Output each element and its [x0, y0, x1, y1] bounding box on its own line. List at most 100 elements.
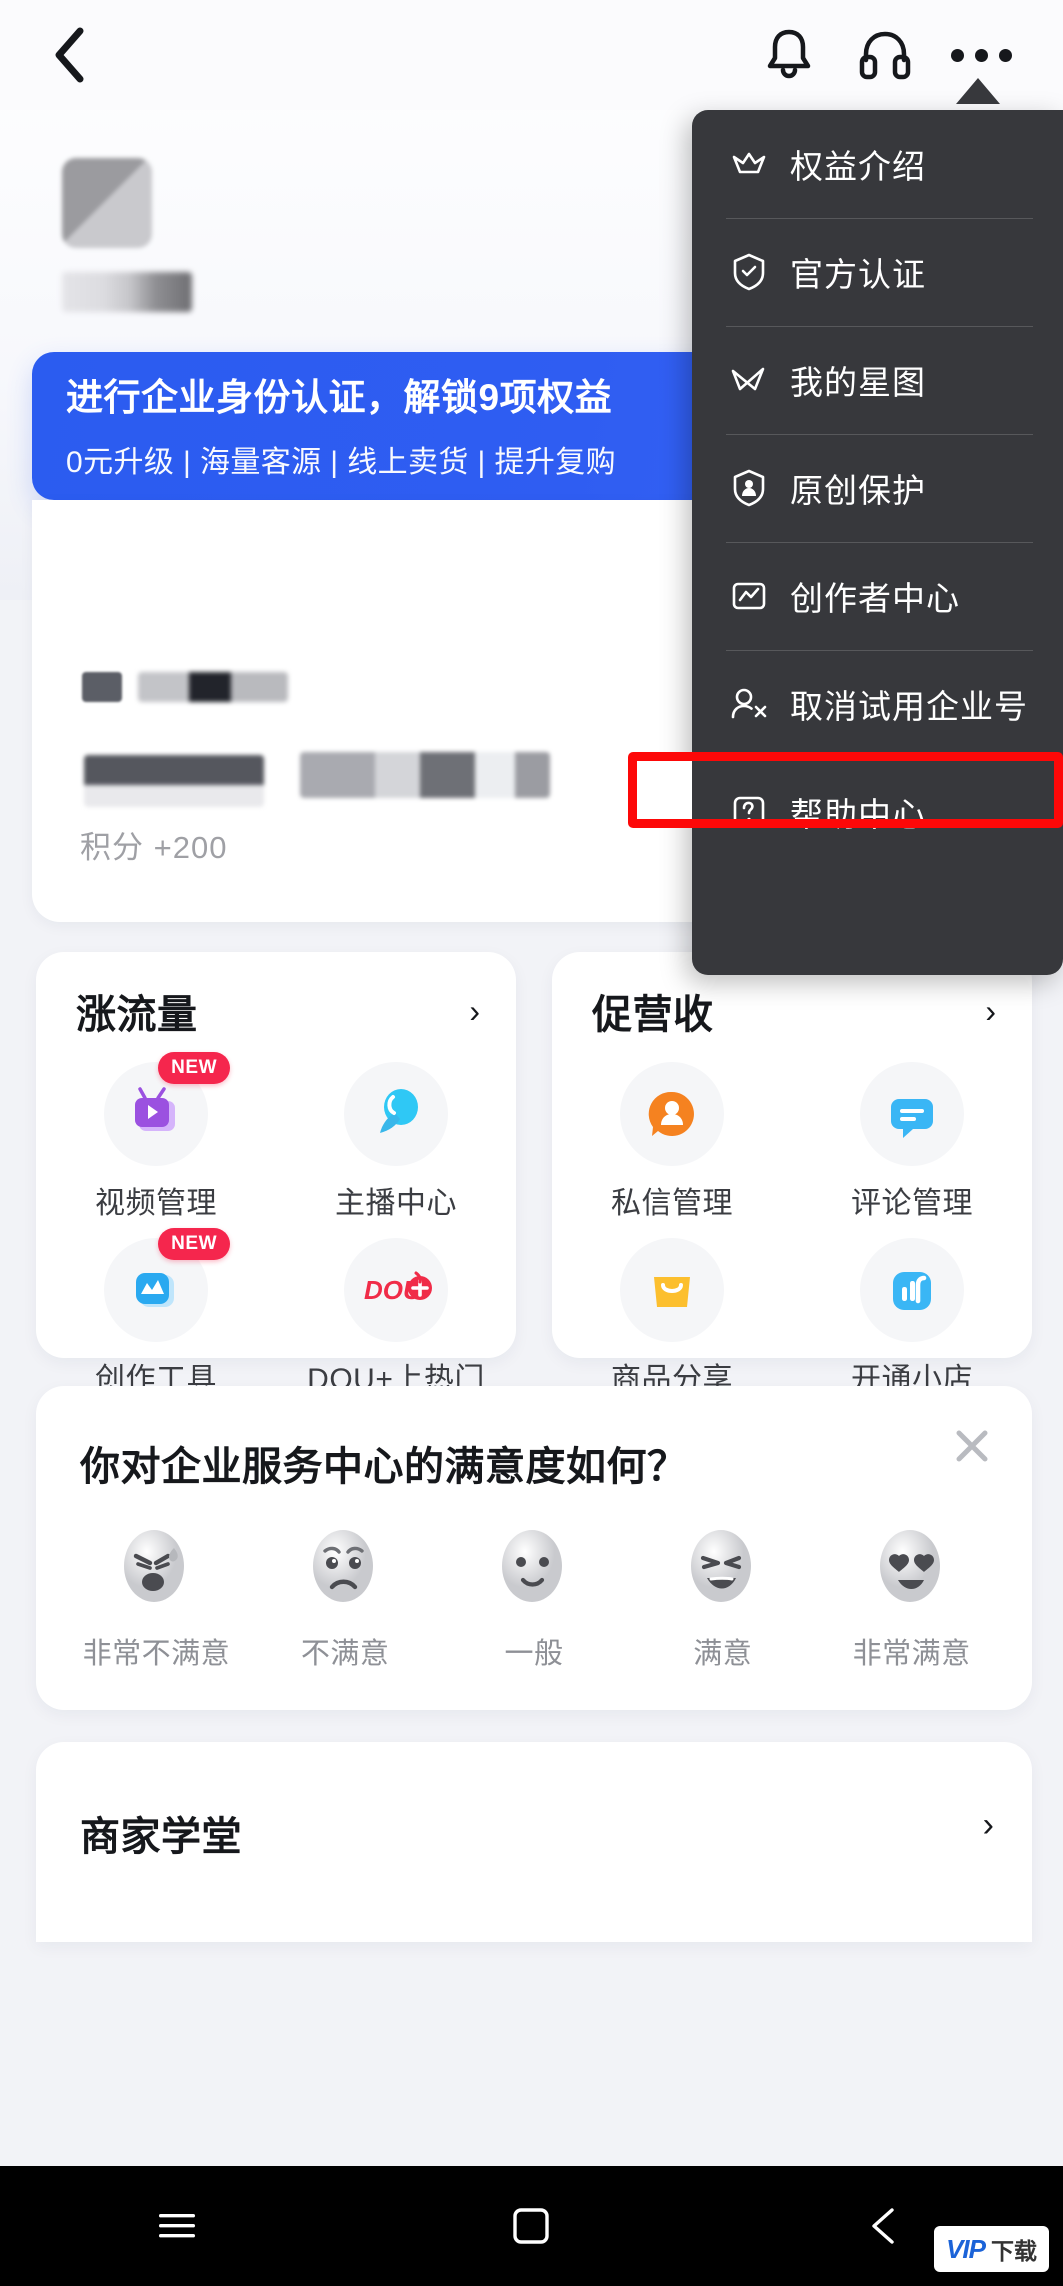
feature-card-revenue: 促营收 › 私信管理 评论管理 商品分享 开通小店 — [552, 952, 1032, 1396]
tile-icon-wrap: DOU — [344, 1238, 448, 1342]
heart-eyes-face — [879, 1530, 940, 1602]
menu-item-original-protection[interactable]: 原创保护 — [692, 434, 1063, 542]
shield-check-icon — [726, 249, 772, 295]
new-badge: NEW — [158, 1228, 230, 1260]
survey-options: 非常不满意 不满意 一般 满意 非常满意 — [36, 1518, 1032, 1672]
points-placeholder-b — [138, 672, 288, 702]
tile-icon-wrap — [860, 1062, 964, 1166]
feature-card-header[interactable]: 促营收 › — [552, 982, 1032, 1040]
survey-option-neutral[interactable]: 一般 — [449, 1518, 619, 1672]
survey-option-label: 非常满意 — [852, 1638, 971, 1670]
menu-item-official-cert[interactable]: 官方认证 — [692, 218, 1063, 326]
feature-tile-grid: 私信管理 评论管理 商品分享 开通小店 — [552, 1062, 1032, 1398]
shopping-bag-icon — [654, 1277, 690, 1307]
watermark-brand: VIP — [946, 2233, 986, 2264]
person-remove-icon — [726, 681, 772, 727]
tile-product-share[interactable]: 商品分享 — [552, 1238, 792, 1398]
highlight-fill — [637, 761, 692, 819]
menu-item-label: 取消试用企业号 — [790, 688, 1028, 725]
survey-option-dissatisfied[interactable]: 不满意 — [260, 1518, 430, 1672]
survey-option-satisfied[interactable]: 满意 — [638, 1518, 808, 1672]
points-placeholder-a — [82, 672, 122, 702]
menu-item-label: 官方认证 — [790, 256, 926, 293]
video-tv-icon — [135, 1087, 175, 1131]
android-menu-icon[interactable] — [117, 2166, 237, 2286]
tile-label: 视频管理 — [95, 1187, 217, 1220]
survey-option-label: 非常不满意 — [82, 1638, 231, 1670]
chevron-right-icon[interactable]: › — [983, 1806, 994, 1845]
avatar[interactable] — [62, 158, 152, 248]
android-home-icon[interactable] — [471, 2166, 591, 2286]
android-back-icon[interactable] — [826, 2166, 946, 2286]
merchant-school-card[interactable]: 商家学堂 › — [36, 1742, 1032, 1942]
chevron-right-icon[interactable]: › — [469, 995, 480, 1027]
tile-dou-plus[interactable]: DOU DOU+上热门 — [276, 1238, 516, 1398]
android-navbar — [0, 2166, 1063, 2286]
feature-card-title: 涨流量 — [76, 993, 198, 1037]
headset-icon[interactable] — [837, 19, 933, 91]
more-dropdown-menu: 权益介绍 官方认证 我的星图 原创保护 创作者中心 取消试用企业号 帮助中心 — [692, 110, 1063, 975]
menu-item-label: 我的星图 — [790, 364, 926, 401]
feature-card-title: 促营收 — [592, 993, 714, 1037]
satisfaction-survey-card: 你对企业服务中心的满意度如何？ 非常不满意 不满意 一般 满意 非常满意 — [36, 1386, 1032, 1710]
tile-icon-wrap — [860, 1238, 964, 1342]
question-box-icon — [726, 789, 772, 835]
tile-label: 私信管理 — [611, 1187, 733, 1220]
back-chevron-icon[interactable] — [34, 20, 104, 90]
private-message-icon — [648, 1091, 694, 1136]
tile-icon-wrap — [620, 1238, 724, 1342]
watermark: VIP 下载 — [934, 2226, 1049, 2272]
creation-tool-icon — [136, 1273, 174, 1307]
very-angry-face — [124, 1530, 185, 1602]
bell-icon[interactable] — [741, 19, 837, 91]
survey-option-very-satisfied[interactable]: 非常满意 — [827, 1518, 997, 1672]
menu-item-benefits[interactable]: 权益介绍 — [692, 110, 1063, 218]
points-placeholder-c — [84, 755, 264, 807]
tile-anchor-center[interactable]: 主播中心 — [276, 1062, 516, 1222]
close-icon[interactable] — [948, 1422, 996, 1470]
feature-tile-grid: NEW 视频管理 主播中心 NEW 创作工具 DOU DOU+上热门 — [36, 1052, 516, 1398]
tile-label: 主播中心 — [335, 1187, 457, 1220]
tile-label: 评论管理 — [851, 1187, 973, 1220]
points-placeholder-d — [300, 752, 550, 798]
survey-option-very-dissatisfied[interactable]: 非常不满意 — [71, 1518, 241, 1672]
tile-comment-manage[interactable]: 评论管理 — [792, 1062, 1032, 1222]
tile-icon-wrap: NEW — [104, 1052, 230, 1166]
dou-plus-icon: DOU — [364, 1271, 432, 1305]
menu-item-cancel-trial-enterprise[interactable]: 取消试用企业号 — [692, 650, 1063, 758]
comment-icon — [891, 1099, 933, 1138]
tile-creation-tool[interactable]: NEW 创作工具 — [36, 1228, 276, 1398]
menu-item-star-map[interactable]: 我的星图 — [692, 326, 1063, 434]
tile-private-message[interactable]: 私信管理 — [552, 1062, 792, 1222]
neutral-face — [501, 1530, 562, 1602]
chevron-right-icon[interactable]: › — [985, 995, 996, 1027]
new-badge: NEW — [158, 1052, 230, 1084]
tile-icon-wrap — [344, 1062, 448, 1166]
menu-item-label: 帮助中心 — [790, 796, 926, 833]
top-header — [0, 0, 1063, 110]
points-label: 积分 +200 — [80, 830, 228, 865]
tile-video-manage[interactable]: NEW 视频管理 — [36, 1052, 276, 1222]
chart-box-icon — [726, 573, 772, 619]
survey-option-label: 满意 — [693, 1638, 753, 1670]
app-screen: 进行企业身份认证，解锁9项权益 0元升级 | 海量客源 | 线上卖货 | 提升复… — [0, 0, 1063, 2286]
survey-option-label: 一般 — [504, 1638, 564, 1670]
store-icon — [893, 1272, 931, 1310]
survey-option-label: 不满意 — [300, 1638, 390, 1670]
shield-person-icon — [726, 465, 772, 511]
star-chart-icon — [726, 357, 772, 403]
menu-caret — [956, 78, 1000, 104]
menu-item-label: 创作者中心 — [790, 580, 960, 617]
menu-item-help-center[interactable]: 帮助中心 — [692, 758, 1063, 866]
bottom-spacer — [0, 2142, 1063, 2166]
tile-icon-wrap: NEW — [104, 1228, 230, 1342]
sad-face — [313, 1530, 374, 1602]
watermark-text: 下载 — [991, 2238, 1037, 2264]
account-name — [62, 272, 192, 312]
tile-open-store[interactable]: 开通小店 — [792, 1238, 1032, 1398]
menu-item-label: 原创保护 — [790, 472, 926, 509]
feature-card-header[interactable]: 涨流量 › — [36, 982, 516, 1040]
menu-item-creator-center[interactable]: 创作者中心 — [692, 542, 1063, 650]
live-balloon-icon — [380, 1089, 418, 1133]
feature-card-traffic: 涨流量 › NEW 视频管理 主播中心 NEW 创作工具 DOU DOU+上热门 — [36, 952, 516, 1396]
